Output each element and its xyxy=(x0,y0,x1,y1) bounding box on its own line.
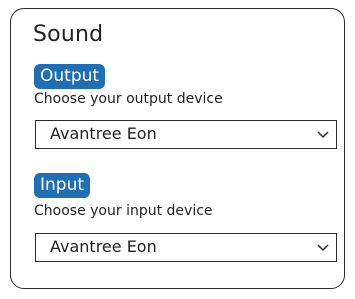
output-hint: Choose your output device xyxy=(34,91,223,107)
input-device-select[interactable]: Avantree Eon xyxy=(35,233,337,262)
output-device-select[interactable]: Avantree Eon xyxy=(35,120,337,149)
chevron-down-icon xyxy=(316,125,330,143)
input-hint: Choose your input device xyxy=(34,203,213,219)
sound-settings-panel: Sound Output Choose your output device A… xyxy=(10,8,345,289)
output-device-value: Avantree Eon xyxy=(50,124,157,143)
output-section-badge: Output xyxy=(34,64,106,89)
chevron-down-icon xyxy=(316,238,330,256)
input-section-badge: Input xyxy=(34,173,91,198)
page-title: Sound xyxy=(33,22,104,47)
input-device-value: Avantree Eon xyxy=(50,237,157,256)
